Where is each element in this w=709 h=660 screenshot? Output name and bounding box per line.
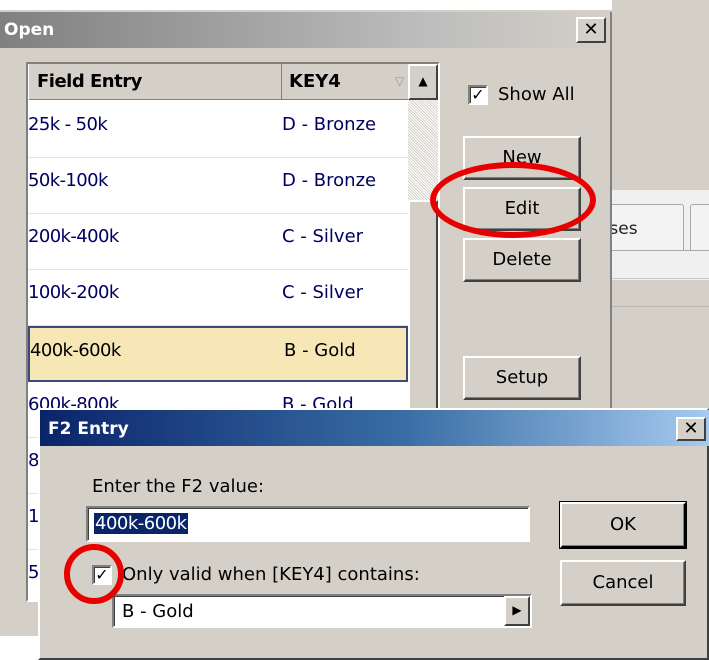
only-valid-label: Only valid when [KEY4] contains: (122, 564, 420, 585)
open-close-button[interactable]: ✕ (576, 17, 606, 43)
show-all-checkbox[interactable]: ✓ (468, 84, 488, 105)
scroll-up-button[interactable]: ▲ (408, 64, 438, 100)
open-titlebar: Open ✕ (0, 12, 610, 48)
key4-cell: C - Silver (282, 226, 364, 247)
key4-combo-value: B - Gold (122, 601, 194, 622)
background-strip (612, 0, 709, 190)
key4-cell: B - Gold (284, 340, 356, 361)
key4-cell: C - Silver (282, 282, 364, 303)
field-entry-cell: 200k-400k (28, 226, 119, 247)
list-row[interactable]: 50k-100k D - Bronze (28, 158, 408, 214)
show-all-label: Show All (498, 84, 575, 105)
column-header-key4-label: KEY4 (289, 71, 341, 92)
background-tab-2[interactable] (690, 204, 709, 251)
key4-cell: D - Bronze (282, 170, 377, 191)
setup-button[interactable]: Setup (463, 356, 581, 400)
f2-value-text: 400k-600k (94, 513, 188, 534)
arrow-up-icon: ▲ (418, 74, 428, 88)
key4-combo[interactable]: B - Gold ▶ (112, 594, 532, 628)
annotation-circle-edit (430, 162, 596, 238)
f2-value-input[interactable]: 400k-600k (86, 506, 530, 542)
f2-dialog-title: F2 Entry (48, 419, 129, 439)
show-all-checkbox-row[interactable]: ✓ Show All (468, 84, 575, 105)
arrow-right-icon: ▶ (512, 603, 522, 617)
cancel-button[interactable]: Cancel (560, 560, 686, 606)
key4-cell: D - Bronze (282, 114, 377, 135)
only-valid-checkbox-row[interactable]: ✓ Only valid when [KEY4] contains: (92, 564, 420, 585)
f2-close-button[interactable]: ✕ (676, 417, 706, 441)
delete-button[interactable]: Delete (463, 238, 581, 282)
field-entry-cell: 400k-600k (30, 340, 121, 361)
ok-button[interactable]: OK (559, 501, 687, 549)
sort-descending-icon: ▽ (395, 74, 405, 88)
f2-titlebar: F2 Entry ✕ (40, 410, 709, 446)
column-header-field-entry[interactable]: Field Entry (28, 64, 282, 100)
list-header: Field Entry KEY4 ▽ (28, 64, 408, 100)
f2-prompt-label: Enter the F2 value: (92, 476, 265, 497)
scroll-track[interactable] (408, 100, 438, 200)
field-entry-cell: 25k - 50k (28, 114, 108, 135)
list-row[interactable]: 25k - 50k D - Bronze (28, 102, 408, 158)
list-row[interactable]: 400k-600k B - Gold (28, 326, 408, 382)
column-header-key4[interactable]: KEY4 ▽ (283, 64, 408, 100)
top-margin (0, 0, 612, 10)
annotation-circle-checkbox (64, 544, 124, 604)
list-row[interactable]: 200k-400k C - Silver (28, 214, 408, 270)
combo-arrow-button[interactable]: ▶ (504, 596, 530, 626)
checkmark-icon: ✓ (471, 84, 485, 104)
list-row[interactable]: 100k-200k C - Silver (28, 270, 408, 326)
f2-entry-dialog: F2 Entry ✕ Enter the F2 value: 400k-600k… (38, 408, 709, 660)
close-icon: ✕ (583, 19, 599, 40)
open-window-title: Open (4, 20, 55, 40)
close-icon: ✕ (683, 418, 699, 439)
field-entry-cell: 50k-100k (28, 170, 108, 191)
field-entry-cell: 100k-200k (28, 282, 119, 303)
